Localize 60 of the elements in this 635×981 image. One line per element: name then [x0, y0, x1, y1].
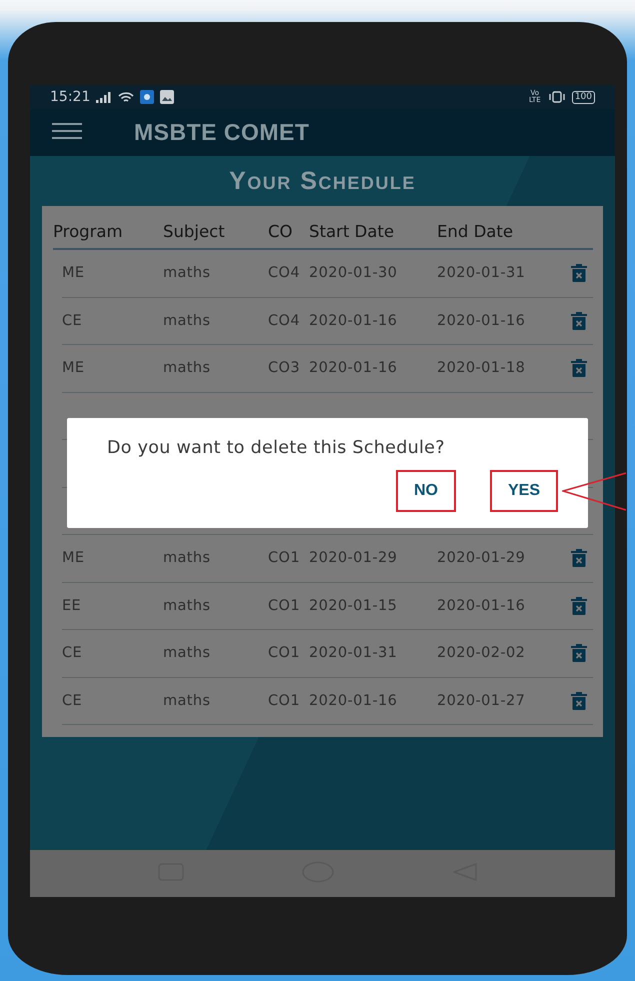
table-cell-text: maths — [163, 692, 212, 709]
table-cell-text: CO4 — [268, 312, 301, 329]
table-cell-text: CO1 — [268, 598, 301, 614]
table-cell-text: ME — [62, 265, 86, 282]
delete-icon[interactable] — [571, 692, 587, 710]
table-cell-text: ME — [62, 360, 86, 376]
table-cell-text: 2020-01-27 — [437, 692, 526, 709]
table-cell-text: maths — [163, 645, 212, 662]
table-cell-text: 2020-01-30 — [309, 265, 398, 282]
table-cell-text: 2020-01-16 — [309, 360, 398, 376]
table-cell-text: ME — [62, 550, 86, 566]
battery-level: 100 — [572, 90, 595, 104]
table-cell-text: CO1 — [268, 550, 301, 566]
table-cell-text: 2020-01-16 — [309, 312, 398, 329]
table-cell-text: 2020-01-29 — [437, 550, 526, 566]
delete-icon[interactable] — [571, 596, 587, 615]
app-title: MSBTE COMET — [134, 119, 310, 146]
table-cell-text: maths — [163, 312, 212, 329]
column-header: CO — [268, 222, 294, 240]
menu-icon — [52, 122, 82, 138]
table-cell-text: 2020-02-02 — [437, 645, 526, 662]
table-cell-text: CO4 — [268, 265, 301, 282]
column-header: Subject — [163, 222, 226, 240]
table-cell-text: maths — [163, 360, 212, 376]
table-cell-text: CO3 — [268, 360, 301, 376]
table-cell-text: CE — [62, 312, 84, 329]
table-cell-text: CE — [62, 692, 84, 709]
table-cell-text: maths — [163, 265, 212, 282]
image-notification-icon — [160, 90, 174, 104]
delete-icon[interactable] — [571, 264, 587, 282]
column-header: Program — [53, 222, 124, 240]
table-cell-text: CE — [62, 645, 84, 662]
table-cell-text: maths — [163, 550, 212, 566]
app-notification-icon — [140, 90, 154, 104]
column-header: End Date — [437, 222, 514, 240]
dialog-message: Do you want to delete this Schedule? — [107, 438, 446, 458]
table-cell-text: 2020-01-16 — [437, 598, 526, 614]
table-cell-text: CO1 — [268, 692, 301, 709]
delete-icon[interactable] — [571, 312, 587, 330]
table-cell-text: maths — [163, 598, 212, 614]
clock-time: 15:21 — [50, 89, 90, 105]
wifi-icon — [118, 90, 134, 104]
vibrate-icon — [548, 91, 566, 103]
table-cell-text: EE — [62, 598, 82, 614]
column-header: Start Date — [309, 222, 395, 240]
table-cell-text: 2020-01-18 — [437, 360, 526, 376]
table-cell-text: 2020-01-29 — [309, 550, 398, 566]
delete-icon[interactable] — [571, 359, 587, 378]
table-cell-text: 2020-01-16 — [309, 692, 398, 709]
table-cell-text: 2020-01-31 — [309, 645, 398, 662]
dialog-button[interactable]: NO — [396, 470, 456, 512]
delete-icon[interactable] — [571, 549, 587, 568]
table-cell-text: 2020-01-16 — [437, 312, 526, 329]
table-cell-text: 2020-01-15 — [309, 598, 398, 614]
dialog-button[interactable]: YES — [490, 470, 558, 512]
table-cell-text: 2020-01-31 — [437, 265, 526, 282]
table-cell-text: CO1 — [268, 645, 301, 662]
page-title: Your Schedule — [229, 166, 416, 196]
delete-icon[interactable] — [571, 644, 587, 662]
signal-icon — [96, 91, 112, 103]
